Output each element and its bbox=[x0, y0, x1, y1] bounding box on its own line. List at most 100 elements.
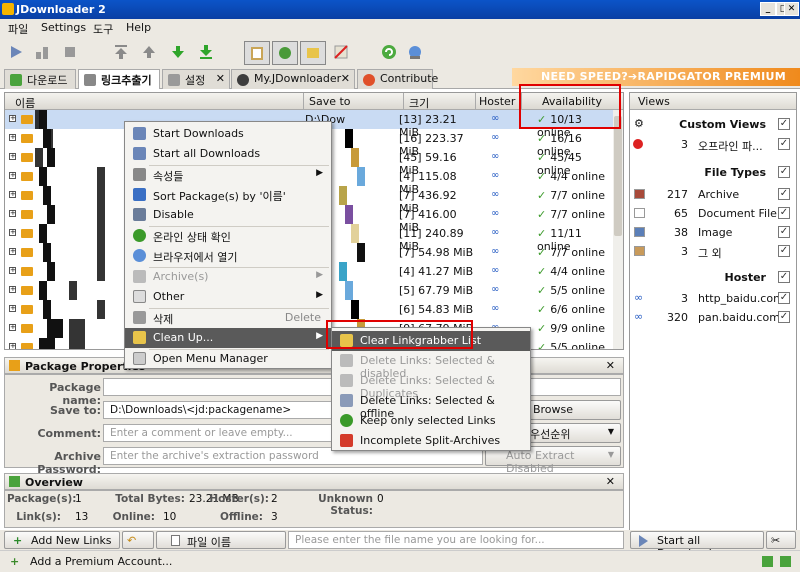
menu-file[interactable]: 파일 bbox=[8, 21, 28, 37]
reconnect-globe-icon[interactable] bbox=[407, 44, 423, 60]
search-field-selector[interactable]: 파일 이름 bbox=[156, 531, 286, 549]
settings-dropdown-button[interactable]: ✂ bbox=[766, 531, 796, 549]
expand-icon[interactable]: + bbox=[9, 191, 16, 198]
minimize-button[interactable]: _ bbox=[760, 2, 776, 16]
checkbox[interactable]: ✓ bbox=[778, 138, 790, 150]
hoster-filter-row[interactable]: ∞ 3 http_baidu.com ✓ bbox=[630, 289, 796, 308]
hoster-filter-label: pan.baidu.com bbox=[698, 311, 780, 324]
file-type-row[interactable]: 3 그 외 ✓ bbox=[630, 242, 796, 261]
close-window-button[interactable]: ✕ bbox=[784, 2, 799, 16]
col-name[interactable]: 이름 bbox=[15, 95, 35, 111]
redacted-block bbox=[69, 319, 85, 338]
menu-clean-up[interactable]: Clean Up... ▶ bbox=[125, 328, 331, 348]
col-size[interactable]: 크기 bbox=[409, 95, 429, 111]
expand-icon[interactable]: + bbox=[9, 172, 16, 179]
tab-downloads[interactable]: 다운로드 bbox=[4, 69, 76, 89]
expand-icon[interactable]: + bbox=[9, 115, 16, 122]
expand-icon[interactable]: + bbox=[9, 305, 16, 312]
expand-icon[interactable]: + bbox=[9, 286, 16, 293]
checkbox[interactable]: ✓ bbox=[778, 166, 790, 178]
package-icon bbox=[21, 343, 33, 349]
expand-icon[interactable]: + bbox=[9, 343, 16, 349]
move-down-icon[interactable] bbox=[170, 44, 186, 60]
submenu-delete-duplicates[interactable]: Delete Links: Selected & Duplicates bbox=[332, 371, 530, 400]
col-hoster[interactable]: Hoster bbox=[479, 95, 515, 108]
close-tab-icon[interactable]: ✕ bbox=[341, 72, 350, 85]
check-icon: ✓ bbox=[537, 132, 547, 145]
col-save-to[interactable]: Save to bbox=[309, 95, 351, 108]
expand-icon[interactable]: + bbox=[9, 229, 16, 236]
checkbox[interactable]: ✓ bbox=[778, 207, 790, 219]
check-icon: ✓ bbox=[537, 151, 547, 164]
table-scrollbar[interactable] bbox=[613, 110, 623, 349]
undo-button[interactable]: ↶ bbox=[122, 531, 154, 549]
availability-cell: ✓ 5/5 online bbox=[537, 284, 605, 297]
views-panel: Views ⚙ Custom Views ✓ 3 오프라인 파... ✓ File Ty… bbox=[629, 92, 797, 532]
checkbox[interactable]: ✓ bbox=[778, 271, 790, 283]
menu-tools[interactable]: 도구 bbox=[93, 21, 113, 37]
update-icon[interactable] bbox=[381, 44, 397, 60]
menu-other[interactable]: Other ▶ bbox=[125, 287, 331, 307]
menu-start-all-downloads[interactable]: Start all Downloads bbox=[125, 144, 331, 164]
menu-delete[interactable]: 삭제 Delete bbox=[125, 308, 331, 328]
play-icon[interactable] bbox=[8, 44, 24, 60]
hoster-filter-row[interactable]: ∞ 320 pan.baidu.com ✓ bbox=[630, 308, 796, 327]
hoster-row[interactable]: Hoster ✓ bbox=[630, 268, 796, 287]
tab-myjdownloader[interactable]: My.JDownloader ✕ bbox=[231, 69, 355, 89]
pause-icon[interactable] bbox=[34, 44, 50, 60]
file-type-row[interactable]: 217 Archive ✓ bbox=[630, 185, 796, 204]
expand-icon[interactable]: + bbox=[9, 267, 16, 274]
tab-contribute[interactable]: Contribute bbox=[357, 69, 438, 89]
menu-archives[interactable]: Archive(s) ▶ bbox=[125, 267, 331, 287]
checkbox[interactable]: ✓ bbox=[778, 226, 790, 238]
checkbox[interactable]: ✓ bbox=[778, 118, 790, 130]
expand-icon[interactable]: + bbox=[9, 153, 16, 160]
expand-icon[interactable]: + bbox=[9, 248, 16, 255]
checkbox[interactable]: ✓ bbox=[778, 245, 790, 257]
move-top-icon[interactable] bbox=[113, 44, 129, 60]
menu-sort[interactable]: Sort Package(s) by '이름' bbox=[125, 185, 331, 205]
menu-disable[interactable]: Disable bbox=[125, 205, 331, 225]
file-type-row[interactable]: 65 Document File ✓ bbox=[630, 204, 796, 223]
move-bottom-icon[interactable] bbox=[198, 44, 214, 60]
checkbox[interactable]: ✓ bbox=[778, 292, 790, 304]
menu-properties[interactable]: 속성들 ▶ bbox=[125, 165, 331, 185]
add-new-links-button[interactable]: + Add New Links bbox=[4, 531, 120, 549]
tab-linkgrabber[interactable]: 링크추출기 bbox=[78, 69, 160, 89]
menu-check-online[interactable]: 온라인 상태 확인 bbox=[125, 226, 331, 246]
file-types-row[interactable]: File Types ✓ bbox=[630, 163, 796, 182]
expand-icon[interactable]: + bbox=[9, 210, 16, 217]
submenu-delete-disabled[interactable]: Delete Links: Selected & disabled bbox=[332, 351, 530, 380]
file-type-row[interactable]: 38 Image ✓ bbox=[630, 223, 796, 242]
submenu-keep-selected[interactable]: Keep only selected Links bbox=[332, 411, 530, 431]
custom-views-row[interactable]: ⚙ Custom Views ✓ bbox=[630, 115, 796, 134]
clipboard-observer-button[interactable] bbox=[244, 41, 270, 65]
menu-settings[interactable]: Settings bbox=[41, 21, 86, 34]
checkbox[interactable]: ✓ bbox=[778, 311, 790, 323]
submenu-incomplete-split[interactable]: Incomplete Split-Archives bbox=[332, 431, 530, 451]
expand-icon[interactable]: + bbox=[9, 324, 16, 331]
stop-icon[interactable] bbox=[62, 44, 78, 60]
submenu-delete-offline[interactable]: Delete Links: Selected & offline bbox=[332, 391, 530, 420]
close-panel-icon[interactable]: ✕ bbox=[606, 359, 615, 372]
offline-filter-row[interactable]: 3 오프라인 파... ✓ bbox=[630, 135, 796, 154]
start-all-downloads-button[interactable]: Start all Downloads bbox=[630, 531, 764, 560]
availability-text: 4/4 online bbox=[550, 265, 605, 278]
tab-settings[interactable]: 설정 ✕ bbox=[162, 69, 230, 89]
checkbox[interactable]: ✓ bbox=[778, 188, 790, 200]
close-panel-icon[interactable]: ✕ bbox=[606, 475, 615, 488]
search-input[interactable]: Please enter the file name you are looki… bbox=[288, 531, 624, 549]
silent-mode-icon[interactable] bbox=[333, 44, 349, 60]
menu-open-browser[interactable]: 브라우저에서 열기 bbox=[125, 246, 331, 266]
menu-start-downloads[interactable]: Start Downloads bbox=[125, 124, 331, 144]
close-tab-icon[interactable]: ✕ bbox=[216, 72, 225, 85]
premium-button[interactable] bbox=[300, 41, 326, 65]
menu-help[interactable]: Help bbox=[126, 21, 151, 34]
add-premium-account-link[interactable]: Add a Premium Account... bbox=[30, 555, 172, 568]
reconnect-button[interactable] bbox=[272, 41, 298, 65]
menu-open-menu-manager[interactable]: Open Menu Manager bbox=[125, 349, 331, 369]
overview-header: Overview ✕ bbox=[4, 473, 624, 490]
check-icon: ✓ bbox=[537, 246, 547, 259]
move-up-icon[interactable] bbox=[141, 44, 157, 60]
expand-icon[interactable]: + bbox=[9, 134, 16, 141]
